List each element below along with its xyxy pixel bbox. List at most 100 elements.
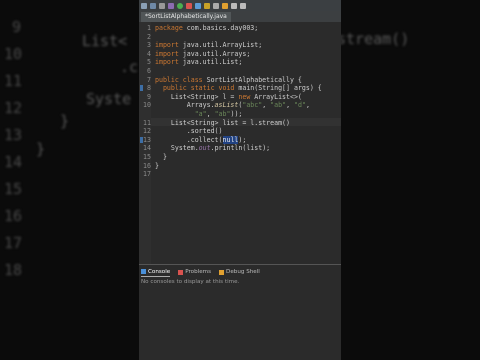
code-token: new: [238, 92, 251, 101]
code-line: }: [155, 153, 167, 161]
code-line: import java.util.ArrayList;: [155, 41, 262, 49]
code-token: .println(list);: [210, 144, 271, 153]
selected-token: null: [222, 135, 239, 144]
code-line: import java.util.Arrays;: [155, 50, 250, 58]
code-token: com.basics.day003;: [182, 24, 259, 32]
code-token: ,: [305, 101, 310, 110]
print-icon[interactable]: [159, 2, 165, 9]
console-message: No consoles to display at this time.: [141, 279, 240, 285]
code-line: import java.util.List;: [155, 58, 242, 66]
code-token: }: [155, 161, 159, 170]
code-editor[interactable]: 1 package com.basics.day003; 2 3 import java…: [139, 22, 341, 264]
tab-label: *SortListAlphabetically.java: [145, 13, 227, 20]
forward-icon[interactable]: [240, 2, 246, 9]
code-token: main(String[] args) {: [234, 84, 322, 93]
background-code-text: }: [36, 140, 46, 158]
code-line: System.out.println(list);: [155, 144, 270, 152]
ide-window: *SortListAlphabetically.java 1 package co…: [139, 0, 341, 360]
line-number: 4: [147, 49, 151, 58]
code-token: List<String> list = l.stream(): [155, 118, 290, 127]
code-token: package: [155, 24, 183, 32]
code-token: java.util.ArrayList;: [178, 41, 263, 50]
code-token: "a": [194, 110, 207, 118]
line-number: 12: [143, 127, 151, 136]
code-token: SortListAlphabetically {: [202, 75, 302, 84]
code-token: import: [155, 58, 179, 67]
code-token: "abc": [242, 101, 263, 110]
console-tab-console[interactable]: Console: [141, 267, 171, 277]
code-line: .sorted(): [155, 127, 223, 135]
console-icon: [141, 269, 146, 274]
run-icon[interactable]: [177, 2, 183, 9]
background-code-text: Syste: [86, 90, 132, 108]
code-line: }: [155, 162, 159, 170]
line-number: 11: [143, 118, 151, 127]
background-code-text: .c: [120, 58, 139, 76]
console-tab-problems[interactable]: Problems: [178, 267, 211, 277]
background-line-number: 17: [4, 234, 23, 252]
line-number: 7: [147, 75, 151, 84]
code-line: Arrays.asList("abc", "ab", "d",: [155, 101, 310, 109]
line-number: 5: [147, 58, 151, 67]
background-line-number: 16: [4, 207, 23, 225]
method-marker-icon[interactable]: [140, 85, 143, 92]
background-right: stream(): [341, 0, 480, 360]
problems-icon: [178, 269, 184, 275]
line-number: 10: [143, 101, 151, 110]
code-token: ,: [206, 110, 215, 118]
background-line-number: 10: [4, 45, 23, 63]
error-marker-icon[interactable]: [140, 136, 143, 143]
console-tab-label: Debug Shell: [226, 269, 260, 275]
code-token: java.util.List;: [178, 58, 243, 67]
code-token: }: [155, 153, 167, 161]
code-line: .collect(null);: [155, 135, 247, 144]
code-token: "d": [294, 101, 306, 110]
code-token: System.: [155, 144, 199, 153]
code-token: );: [238, 135, 247, 144]
line-number: 17: [143, 170, 151, 179]
new-file-icon[interactable]: [141, 2, 147, 9]
code-line: "a", "ab"));: [155, 110, 243, 118]
next-annotation-icon[interactable]: [222, 2, 228, 9]
code-token: ArrayList<>(: [250, 92, 302, 101]
run-config-icon[interactable]: [186, 2, 192, 9]
code-token: List<String> l =: [155, 92, 239, 101]
background-code-text: }: [60, 112, 70, 130]
editor-tab-bar: *SortListAlphabetically.java: [139, 11, 341, 22]
line-number: 2: [147, 32, 151, 41]
code-token: import: [155, 49, 179, 58]
back-icon[interactable]: [231, 2, 237, 9]
console-tab-debug-shell[interactable]: Debug Shell: [219, 267, 260, 277]
code-line: package com.basics.day003;: [155, 24, 258, 32]
console-tab-bar: Console Problems Debug Shell: [139, 267, 341, 277]
code-token: import: [155, 41, 179, 50]
code-token: public static void: [155, 84, 235, 93]
console-tab-label: Problems: [185, 269, 212, 275]
code-token: out: [198, 144, 211, 153]
new-class-icon[interactable]: [195, 2, 201, 9]
toolbar: [139, 0, 341, 11]
code-token: Arrays.: [155, 101, 215, 110]
debug-shell-icon: [219, 269, 225, 275]
search-icon[interactable]: [213, 2, 219, 9]
background-line-number: 9: [12, 18, 22, 36]
line-number: 14: [143, 144, 151, 153]
save-icon[interactable]: [150, 2, 156, 9]
console-tab-label: Console: [148, 268, 171, 275]
open-type-icon[interactable]: [204, 2, 210, 9]
code-line: public class SortListAlphabetically {: [155, 76, 302, 84]
line-number: 6: [147, 67, 151, 75]
background-line-number: 18: [4, 261, 23, 279]
code-token: public class: [155, 75, 203, 84]
debug-icon[interactable]: [168, 2, 174, 9]
line-number: 15: [143, 153, 151, 161]
code-line: List<String> list = l.stream(): [155, 119, 290, 127]
line-number: 16: [143, 161, 151, 170]
editor-tab[interactable]: *SortListAlphabetically.java: [141, 12, 231, 22]
background-code-text: stream(): [341, 30, 410, 48]
code-token: .sorted(): [155, 127, 223, 136]
console-panel: Console Problems Debug Shell No consoles t…: [139, 264, 341, 360]
code-token: ,: [262, 101, 271, 110]
background-line-number: 13: [4, 126, 23, 144]
